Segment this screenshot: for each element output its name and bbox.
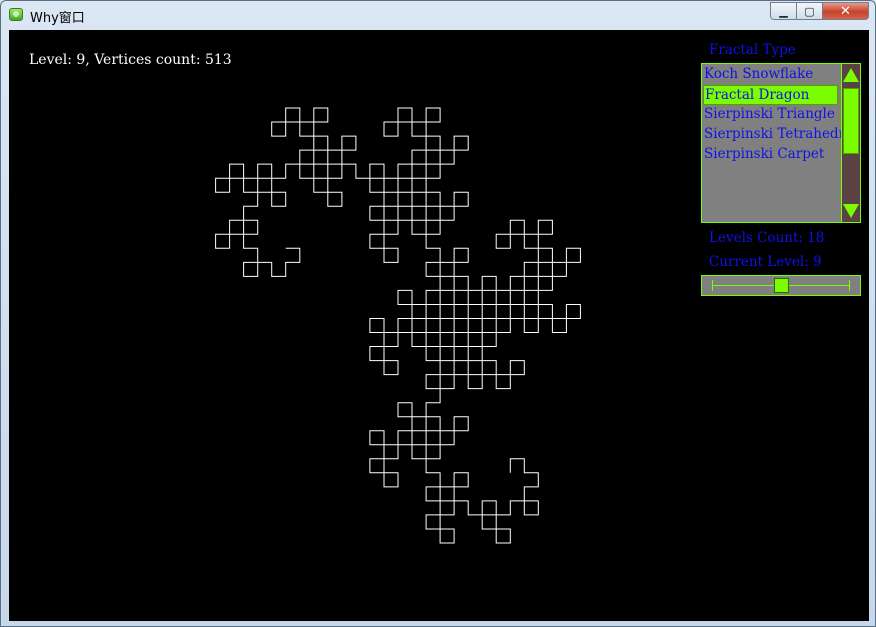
status-text: Level: 9, Vertices count: 513: [29, 52, 232, 68]
fractal-type-option[interactable]: Sierpinski Tetrahedron: [703, 125, 842, 145]
app-icon: [9, 8, 23, 21]
current-level-label: Current Level: 9: [709, 254, 822, 270]
scroll-down-arrow-icon[interactable]: [843, 204, 859, 218]
window-title: Why窗口: [30, 11, 85, 26]
fractal-type-option[interactable]: Fractal Dragon: [703, 85, 838, 105]
listbox-scrollbar[interactable]: [841, 64, 860, 222]
fractal-type-option[interactable]: Koch Snowflake: [703, 65, 842, 85]
fractal-type-label: Fractal Type: [709, 42, 796, 58]
close-button[interactable]: ✕: [823, 2, 869, 20]
fractal-type-option[interactable]: Sierpinski Triangle: [703, 105, 842, 125]
fractal-type-listbox[interactable]: Koch Snowflake Fractal Dragon Sierpinski T…: [701, 63, 861, 223]
slider-min-tick: [712, 280, 713, 291]
render-canvas[interactable]: Level: 9, Vertices count: 513 Fractal Ty…: [9, 30, 869, 621]
fractal-dragon-drawing: [215, 107, 581, 544]
fractal-type-option[interactable]: Sierpinski Carpet: [703, 145, 842, 165]
current-level-slider[interactable]: [701, 275, 861, 296]
minimize-button[interactable]: ▁: [770, 2, 797, 20]
maximize-button[interactable]: ▢: [797, 2, 823, 20]
levels-count-label: Levels Count: 18: [709, 230, 825, 246]
scroll-thumb[interactable]: [843, 88, 859, 154]
title-bar[interactable]: Why窗口 ▁ ▢ ✕: [1, 1, 875, 29]
dragon-curve-path: [215, 107, 581, 544]
scroll-up-arrow-icon[interactable]: [843, 68, 859, 82]
slider-thumb[interactable]: [774, 278, 789, 293]
caption-buttons: ▁ ▢ ✕: [770, 2, 869, 21]
app-window: Why窗口 ▁ ▢ ✕ Level: 9, Vertices count: 51…: [0, 0, 876, 627]
slider-max-tick: [849, 280, 850, 291]
